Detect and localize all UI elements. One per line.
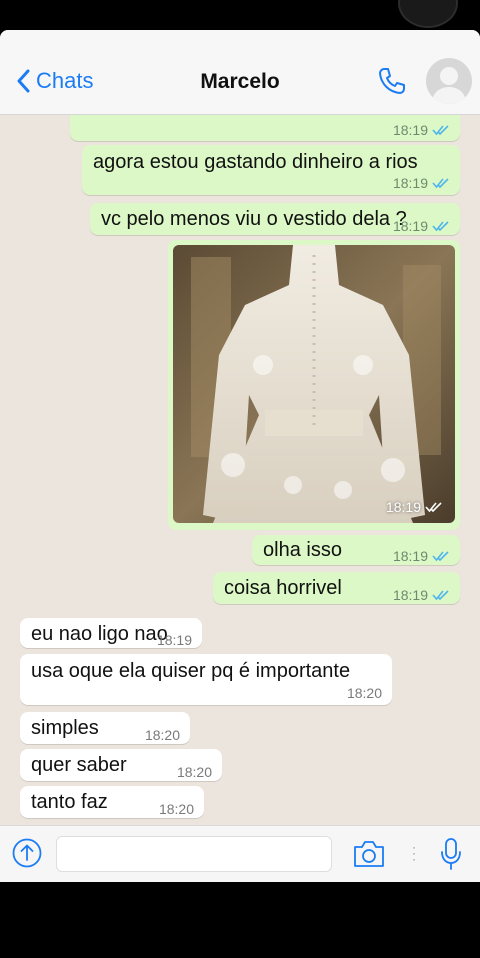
status-area bbox=[0, 0, 480, 30]
message-time: 18:20 bbox=[346, 685, 382, 701]
message-time: 18:19 bbox=[392, 122, 428, 138]
message-bubble[interactable]: simples 18:20 bbox=[20, 712, 190, 744]
message-text: usa oque ela quiser pq é importante bbox=[31, 660, 351, 682]
message-bubble[interactable]: eu nao ligo nao 18:19 bbox=[20, 618, 202, 648]
camera-icon[interactable] bbox=[352, 840, 386, 868]
message-bubble[interactable]: olha isso 18:19 bbox=[252, 535, 460, 565]
phone-icon[interactable] bbox=[376, 65, 408, 97]
message-bubble[interactable]: 18:19 bbox=[70, 115, 460, 141]
message-time: 18:20 bbox=[144, 727, 180, 743]
message-bubble[interactable]: coisa horrivel 18:19 bbox=[213, 572, 460, 604]
double-tick-icon bbox=[432, 125, 449, 136]
message-bubble[interactable]: agora estou gastando dinheiro a rios 18:… bbox=[82, 145, 460, 195]
contact-name[interactable]: Marcelo bbox=[0, 70, 480, 94]
double-tick-icon bbox=[432, 178, 449, 189]
message-bubble[interactable]: vc pelo menos viu o vestido dela ? 18:19 bbox=[90, 203, 460, 235]
dress-photo[interactable]: 18:19 bbox=[173, 245, 455, 523]
more-dots-icon[interactable]: · · · bbox=[412, 841, 416, 865]
message-time: 18:20 bbox=[158, 801, 194, 817]
double-tick-icon bbox=[432, 551, 449, 562]
message-time: 18:19 bbox=[392, 548, 428, 564]
message-bubble[interactable]: usa oque ela quiser pq é importante 18:2… bbox=[20, 654, 392, 705]
camera-cutout bbox=[398, 0, 458, 28]
message-bubble[interactable]: tanto faz 18:20 bbox=[20, 786, 204, 818]
double-tick-icon bbox=[432, 590, 449, 601]
message-text: quer saber bbox=[31, 754, 127, 776]
message-text: eu nao ligo nao bbox=[31, 623, 168, 645]
chat-header: Chats Marcelo bbox=[0, 30, 480, 115]
message-text: coisa horrivel bbox=[224, 577, 342, 599]
message-time: 18:19 bbox=[392, 218, 428, 234]
message-text: tanto faz bbox=[31, 791, 108, 813]
message-input[interactable] bbox=[56, 836, 332, 872]
bottom-bezel bbox=[0, 882, 480, 958]
double-tick-icon bbox=[425, 502, 442, 513]
double-tick-icon bbox=[432, 221, 449, 232]
message-bubble[interactable]: quer saber 18:20 bbox=[20, 749, 222, 781]
message-time: 18:19 bbox=[385, 499, 421, 515]
composer-bar: · · · bbox=[0, 825, 480, 882]
avatar[interactable] bbox=[426, 58, 472, 104]
message-text: vc pelo menos viu o vestido dela ? bbox=[101, 208, 407, 230]
chat-screen: Chats Marcelo 18:19 agora estou gastando… bbox=[0, 30, 480, 882]
message-text: simples bbox=[31, 717, 99, 739]
message-list[interactable]: 18:19 agora estou gastando dinheiro a ri… bbox=[0, 115, 480, 827]
plus-icon[interactable] bbox=[12, 838, 42, 868]
message-time: 18:19 bbox=[156, 632, 192, 648]
message-time: 18:19 bbox=[392, 587, 428, 603]
message-time: 18:20 bbox=[176, 764, 212, 780]
message-time: 18:19 bbox=[392, 175, 428, 191]
message-text: olha isso bbox=[263, 539, 342, 561]
message-text: agora estou gastando dinheiro a rios bbox=[93, 151, 418, 173]
image-message[interactable]: 18:19 bbox=[168, 240, 460, 530]
microphone-icon[interactable] bbox=[440, 837, 462, 871]
